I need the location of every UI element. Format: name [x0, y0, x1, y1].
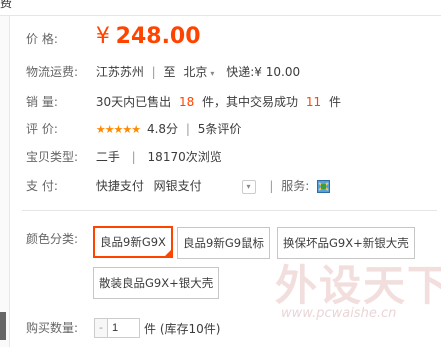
quantity-input[interactable] [108, 318, 140, 338]
left-frame-edge [0, 16, 10, 347]
color-option-text: 良品9新G9鼠标 [183, 236, 265, 250]
review-count-link[interactable]: 5条评价 [198, 122, 242, 136]
price-label: 价 格: [26, 32, 58, 46]
rating-row: 评 价: ★★★★★ 4.8分 | 5条评价 [26, 119, 241, 139]
color-option-4[interactable]: 散装良品G9X+银大壳 [93, 267, 220, 299]
item-type-separator: | [131, 150, 136, 164]
site-watermark: 外设天下 www.pcwaishe.cn [275, 248, 441, 347]
payment-method-quick: 快捷支付 [95, 179, 144, 193]
ship-to-prefix: 至 [163, 65, 176, 79]
price-currency: ¥ [95, 24, 110, 49]
shipping-row: 物流运费: 江苏苏州 | 至 北京 ▾ 快递:¥ 10.00 [26, 62, 300, 82]
color-option-2[interactable]: 良品9新G9鼠标 [177, 227, 271, 259]
watermark-logo-text: 外设天下 [275, 261, 441, 310]
color-label: 颜色分类: [26, 232, 79, 246]
service-badge-icon[interactable] [317, 180, 331, 193]
watermark-url: www.pcwaishe.cn [281, 306, 397, 321]
rating-label: 评 价: [26, 122, 58, 136]
color-option-3[interactable]: 换保坏品G9X+新银大壳 [277, 227, 415, 259]
chevron-down-icon[interactable]: ▾ [241, 179, 256, 194]
top-frame-edge: 费 [0, 0, 441, 16]
sales-row: 销 量: 30天内已售出 18 件，其中交易成功 11 件 [26, 92, 341, 112]
payment-method-bank: 网银支付 [153, 179, 202, 193]
color-option-text: 散装良品G9X+银大壳 [99, 276, 214, 290]
item-condition: 二手 [95, 150, 120, 164]
ship-separator: | [151, 65, 156, 79]
color-option-text: 换保坏品G9X+新银大壳 [283, 236, 409, 250]
sales-success-count: 11 [305, 95, 322, 109]
price-row: 价 格: ¥ 248.00 [26, 22, 201, 52]
chevron-down-icon: ▾ [210, 69, 215, 78]
quantity-label: 购买数量: [26, 321, 79, 335]
sales-mid: 件，其中交易成功 [202, 95, 299, 109]
express-fee: 快递:¥ 10.00 [226, 65, 301, 79]
item-type-label: 宝贝类型: [26, 150, 79, 164]
ship-to-selector[interactable]: 北京 ▾ [183, 65, 218, 79]
item-type-row: 宝贝类型: 二手 | 18170次浏览 [26, 147, 222, 167]
section-divider [22, 210, 437, 211]
sales-prefix: 30天内已售出 [95, 95, 172, 109]
payment-row: 支 付: 快捷支付 网银支付 ▾ | 服务: [26, 176, 331, 196]
ship-to-value: 北京 [183, 65, 208, 79]
ship-from: 江苏苏州 [95, 65, 144, 79]
price-value: 248.00 [115, 24, 201, 49]
quantity-decrease-button[interactable]: - [94, 318, 108, 338]
rating-stars-icon: ★★★★★ [95, 123, 141, 136]
view-count: 18170次浏览 [147, 150, 222, 164]
left-edge-marker [0, 312, 6, 340]
rating-separator: | [185, 122, 190, 136]
payment-label: 支 付: [26, 179, 58, 193]
color-option-text: 良品9新G9X [100, 235, 166, 249]
selected-check-icon [162, 248, 173, 258]
sales-label: 销 量: [26, 95, 58, 109]
sales-count: 18 [178, 95, 195, 109]
sales-suffix: 件 [329, 95, 342, 109]
payment-separator: | [269, 179, 274, 193]
quantity-stepper: - 件 (库存10件) [94, 318, 220, 338]
rating-score: 4.8分 [146, 122, 179, 136]
quantity-stock-text: 件 (库存10件) [144, 321, 221, 336]
color-option-1[interactable]: 良品9新G9X [93, 226, 173, 258]
service-label: 服务: [281, 179, 310, 193]
shipping-label: 物流运费: [26, 65, 79, 79]
cut-off-heading-fragment: 费 [0, 0, 13, 10]
